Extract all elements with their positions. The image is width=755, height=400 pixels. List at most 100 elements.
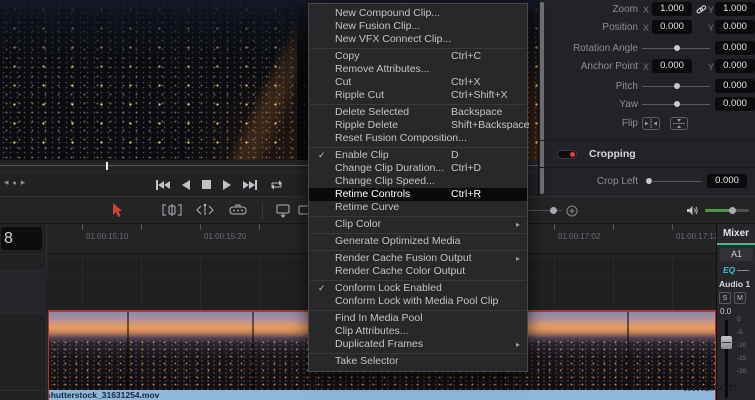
link-icon[interactable] xyxy=(696,4,707,15)
loop-icon[interactable] xyxy=(269,179,284,191)
crop-left-slider[interactable] xyxy=(651,181,701,182)
play-button[interactable] xyxy=(223,179,231,190)
inspector-row-crop-left: Crop Left 0.000 xyxy=(539,174,755,190)
scrubber-playhead[interactable] xyxy=(106,162,108,170)
ruler-tick xyxy=(200,224,201,230)
yaw-slider-handle[interactable] xyxy=(674,101,680,107)
volume-slider-handle[interactable] xyxy=(729,207,736,214)
flip-horizontal-icon[interactable] xyxy=(642,117,660,130)
menu-item-enable-clip[interactable]: ✓ Enable Clip D xyxy=(309,149,527,162)
dynamic-trim-mode-icon[interactable] xyxy=(195,203,215,217)
clip-name-bar[interactable]: shutterstock_31631254.mov xyxy=(49,390,715,400)
track-name-label: Audio 1 xyxy=(719,279,751,289)
eq-label[interactable]: EQ xyxy=(723,265,735,275)
volume-speaker-icon[interactable] xyxy=(686,205,699,216)
position-label: Position xyxy=(602,22,638,33)
selection-mode-cursor-icon[interactable] xyxy=(110,203,124,218)
track-header-divider xyxy=(0,313,47,314)
insert-clip-icon[interactable] xyxy=(274,203,292,218)
menu-item-conform-lock-enabled[interactable]: ✓ Conform Lock Enabled xyxy=(309,282,527,295)
menu-item-copy[interactable]: Copy Ctrl+C xyxy=(309,50,527,63)
menu-item-label: Change Clip Duration... xyxy=(335,162,445,174)
menu-item-label: New VFX Connect Clip... xyxy=(335,33,452,45)
menu-item-ripple-delete[interactable]: Ripple Delete Shift+Backspace xyxy=(309,119,530,132)
anchor-y-axis-label: Y xyxy=(708,62,715,72)
inspector-panel: Zoom X 1.000 Y 1.000 Position X 0.000 Y … xyxy=(538,0,755,196)
mixer-tab[interactable]: Mixer xyxy=(717,228,755,239)
submenu-arrow-icon: ▸ xyxy=(515,220,520,229)
db-scale-label: -5 xyxy=(737,329,743,336)
menu-item-render-cache-color-output[interactable]: Render Cache Color Output xyxy=(309,265,527,278)
jog-dot-icon[interactable]: ● xyxy=(13,180,21,187)
menu-item-change-clip-speed[interactable]: Change Clip Speed... xyxy=(309,175,527,188)
menu-item-change-clip-duration[interactable]: Change Clip Duration... Ctrl+D xyxy=(309,162,527,175)
menu-item-new-fusion-clip[interactable]: New Fusion Clip... xyxy=(309,20,527,33)
menu-item-find-in-media-pool[interactable]: Find In Media Pool xyxy=(309,312,527,325)
jog-controls[interactable]: ◂●▸ xyxy=(4,177,29,188)
mute-button[interactable]: M xyxy=(734,292,746,304)
menu-item-remove-attributes[interactable]: Remove Attributes... xyxy=(309,63,527,76)
razor-edit-mode-icon[interactable] xyxy=(228,203,248,217)
track-header-band[interactable] xyxy=(0,271,47,313)
cropping-section-header[interactable]: Cropping xyxy=(539,146,755,164)
jog-back-icon[interactable]: ◂ xyxy=(4,177,13,187)
inspector-divider xyxy=(539,140,755,141)
zoom-x-axis-label: X xyxy=(643,5,650,15)
zoom-x-value[interactable]: 1.000 xyxy=(652,2,692,16)
menu-item-conform-lock-with-media-pool-clip[interactable]: Conform Lock with Media Pool Clip xyxy=(309,295,527,308)
channel-a1-chip[interactable]: A1 xyxy=(720,248,753,261)
menu-item-label: Take Selector xyxy=(335,355,399,367)
mixer-tab-active-indicator xyxy=(717,243,755,245)
inspector-row-yaw: Yaw 0.000 xyxy=(539,97,755,113)
rotation-value[interactable]: 0.000 xyxy=(715,41,755,55)
skip-forward-button[interactable] xyxy=(243,179,257,190)
menu-item-clip-color[interactable]: Clip Color ▸ xyxy=(309,218,527,231)
stop-button[interactable] xyxy=(202,180,211,189)
anchor-point-label: Anchor Point xyxy=(580,61,638,72)
flip-vertical-icon[interactable] xyxy=(670,117,688,130)
menu-item-ripple-cut[interactable]: Ripple Cut Ctrl+Shift+X xyxy=(309,89,527,102)
check-icon: ✓ xyxy=(318,150,326,160)
position-x-value[interactable]: 0.000 xyxy=(652,20,692,34)
zoom-y-axis-label: Y xyxy=(708,5,715,15)
fader-handle[interactable] xyxy=(721,336,732,349)
rotation-slider-handle[interactable] xyxy=(674,45,680,51)
anchor-y-value[interactable]: 0.000 xyxy=(715,59,755,73)
zoom-fit-icon[interactable] xyxy=(566,205,578,217)
watermark: wtvid.com xyxy=(683,380,737,394)
menu-item-reset-fusion-composition[interactable]: Reset Fusion Composition... xyxy=(309,132,527,145)
db-scale-label: -20 xyxy=(737,368,747,375)
yaw-value[interactable]: 0.000 xyxy=(715,97,755,111)
cropping-toggle[interactable] xyxy=(557,150,577,159)
menu-item-shortcut: Shift+Backspace xyxy=(451,119,530,131)
menu-item-clip-attributes[interactable]: Clip Attributes... xyxy=(309,325,527,338)
skip-back-button[interactable] xyxy=(156,179,170,190)
jog-forward-icon[interactable]: ▸ xyxy=(21,177,30,187)
step-back-button[interactable] xyxy=(182,179,190,190)
menu-item-cut[interactable]: Cut Ctrl+X xyxy=(309,76,527,89)
timeline-zoom-slider-handle[interactable] xyxy=(550,207,557,214)
menu-item-take-selector[interactable]: Take Selector xyxy=(309,355,527,368)
crop-left-value[interactable]: 0.000 xyxy=(707,174,747,188)
menu-separator xyxy=(310,279,526,281)
anchor-x-value[interactable]: 0.000 xyxy=(652,59,692,73)
menu-item-new-vfx-connect-clip[interactable]: New VFX Connect Clip... xyxy=(309,33,527,46)
menu-item-generate-optimized-media[interactable]: Generate Optimized Media xyxy=(309,235,527,248)
solo-button[interactable]: S xyxy=(719,292,731,304)
position-y-axis-label: Y xyxy=(708,23,715,33)
trim-edit-mode-icon[interactable] xyxy=(162,203,182,217)
menu-item-render-cache-fusion-output[interactable]: Render Cache Fusion Output ▸ xyxy=(309,252,527,265)
track-header-divider xyxy=(0,270,47,271)
pitch-value[interactable]: 0.000 xyxy=(715,79,755,93)
inspector-divider xyxy=(539,167,755,168)
menu-item-new-compound-clip[interactable]: New Compound Clip... xyxy=(309,7,527,20)
pitch-slider-handle[interactable] xyxy=(674,83,680,89)
position-y-value[interactable]: 0.000 xyxy=(715,20,755,34)
zoom-y-value[interactable]: 1.000 xyxy=(715,2,755,16)
pitch-label: Pitch xyxy=(615,81,638,92)
menu-item-shortcut: Ctrl+D xyxy=(451,162,482,174)
menu-item-retime-curve[interactable]: Retime Curve xyxy=(309,201,527,214)
menu-item-delete-selected[interactable]: Delete Selected Backspace xyxy=(309,106,527,119)
menu-item-retime-controls[interactable]: Retime Controls Ctrl+R xyxy=(309,188,527,201)
menu-item-duplicated-frames[interactable]: Duplicated Frames ▸ xyxy=(309,338,527,351)
